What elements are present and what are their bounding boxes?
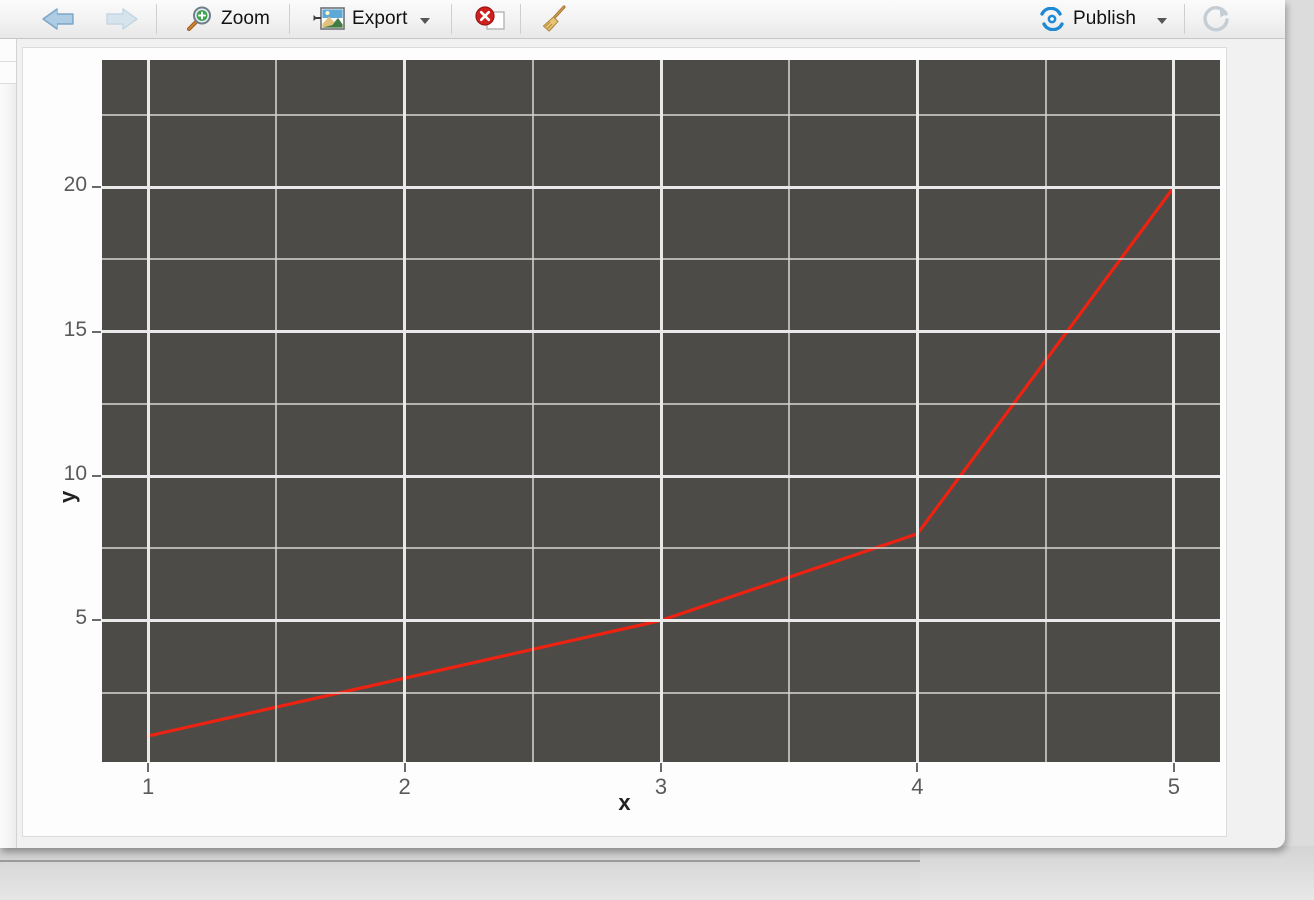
- x-tick-label: 5: [1149, 774, 1199, 800]
- screen: Zoom Export: [0, 0, 1314, 900]
- export-button[interactable]: Export: [304, 1, 440, 37]
- y-tick-mark: [92, 619, 101, 621]
- publish-icon: [1038, 7, 1066, 31]
- x-tick-mark: [916, 763, 918, 772]
- toolbar: Zoom Export: [0, 0, 1285, 39]
- broom-icon: [540, 4, 570, 34]
- back-button[interactable]: [30, 1, 88, 37]
- chevron-down-icon-publish[interactable]: [1157, 18, 1167, 24]
- toolbar-separator-3: [451, 4, 452, 34]
- clear-button[interactable]: [531, 1, 579, 37]
- y-axis-label: y: [55, 491, 81, 503]
- side-strip: [0, 39, 17, 848]
- x-tick-mark: [404, 763, 406, 772]
- export-image-icon: [313, 6, 345, 32]
- x-tick-label: 3: [636, 774, 686, 800]
- gridline-vertical-major: [1172, 60, 1175, 762]
- toolbar-separator-5: [1184, 4, 1185, 34]
- zoom-label: Zoom: [221, 8, 270, 30]
- desktop-background-bottom-right: [920, 846, 1314, 900]
- y-tick-label: 5: [37, 606, 87, 630]
- y-tick-mark: [92, 331, 101, 333]
- gridline-vertical-minor: [788, 60, 790, 762]
- side-strip-segment-2: [0, 62, 16, 84]
- zoom-button[interactable]: Zoom: [175, 1, 279, 37]
- forward-button[interactable]: [92, 1, 150, 37]
- gridline-vertical-minor: [532, 60, 534, 762]
- gridline-vertical-major: [403, 60, 406, 762]
- stop-error-icon: [473, 6, 507, 32]
- figure-canvas: y x 5 10 15 20 1 2 3 4 5: [22, 47, 1227, 837]
- y-tick-mark: [92, 475, 101, 477]
- publish-label: Publish: [1073, 8, 1136, 30]
- publish-button[interactable]: Publish: [1029, 1, 1176, 37]
- arrow-left-icon: [39, 5, 79, 33]
- gridline-vertical-minor: [275, 60, 277, 762]
- gridline-vertical-minor: [1045, 60, 1047, 762]
- x-axis-label: x: [23, 790, 1226, 816]
- x-tick-mark: [1173, 763, 1175, 772]
- x-tick-label: 4: [892, 774, 942, 800]
- plot-window: Zoom Export: [0, 0, 1285, 848]
- toolbar-separator-2: [289, 4, 290, 34]
- y-tick-label: 15: [37, 318, 87, 342]
- x-tick-label: 1: [123, 774, 173, 800]
- magnifier-plus-icon: [184, 5, 214, 33]
- y-tick-mark: [92, 186, 101, 188]
- y-tick-label: 10: [37, 462, 87, 486]
- refresh-button[interactable]: [1191, 1, 1243, 37]
- x-tick-mark: [660, 763, 662, 772]
- toolbar-separator-4: [520, 4, 521, 34]
- gridline-vertical-major: [660, 60, 663, 762]
- navigation-group: [30, 1, 150, 37]
- chevron-down-icon[interactable]: [420, 18, 430, 24]
- x-tick-label: 2: [380, 774, 430, 800]
- desktop-background-bottom: [0, 846, 920, 900]
- refresh-icon: [1200, 4, 1234, 34]
- y-tick-label: 20: [37, 173, 87, 197]
- x-tick-mark: [147, 763, 149, 772]
- arrow-right-icon: [101, 5, 141, 33]
- toolbar-separator: [156, 4, 157, 34]
- plot-area: [102, 60, 1220, 762]
- side-strip-segment-1: [0, 39, 16, 62]
- gridline-vertical-major: [916, 60, 919, 762]
- export-label: Export: [352, 8, 408, 30]
- stop-button[interactable]: [464, 1, 516, 37]
- gridline-vertical-major: [147, 60, 150, 762]
